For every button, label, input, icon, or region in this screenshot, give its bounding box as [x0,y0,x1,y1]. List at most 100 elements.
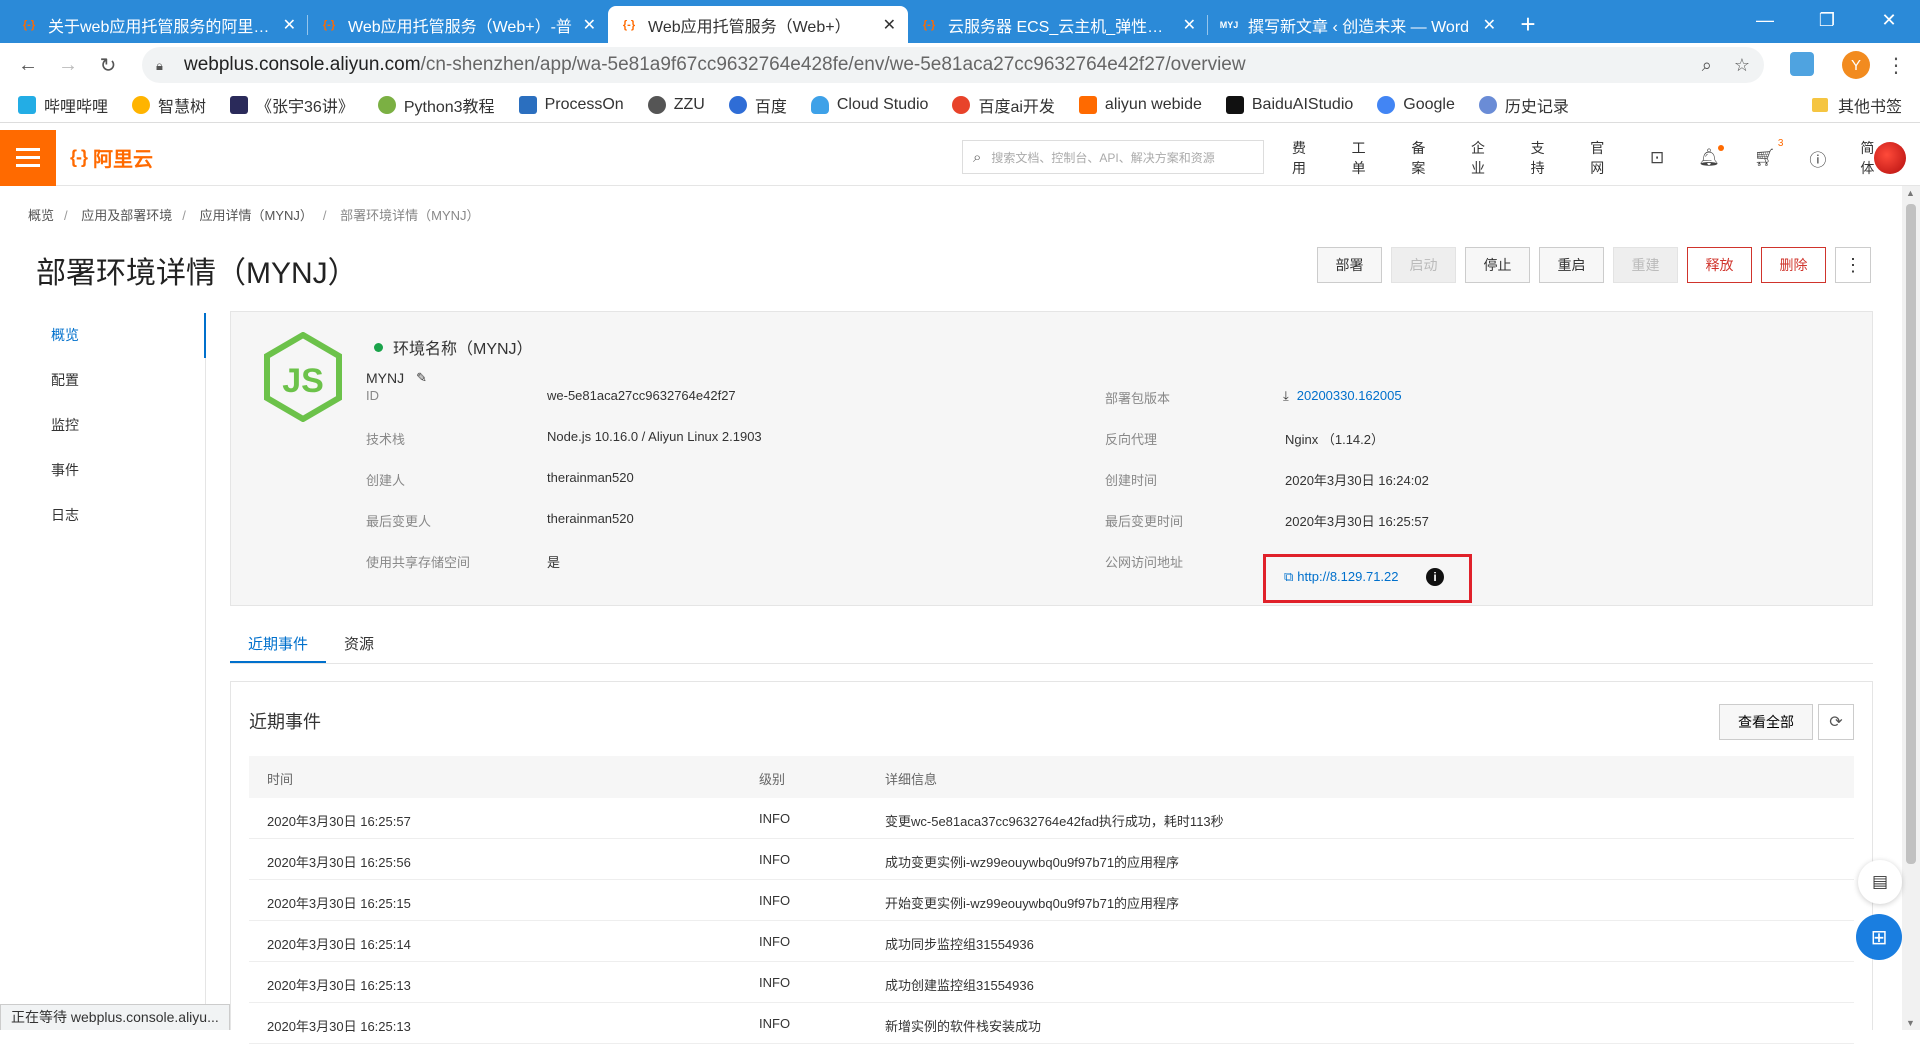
bookmark-item[interactable]: BaiduAIStudio [1225,95,1353,114]
sidenav-item-events[interactable]: 事件 [0,448,205,493]
app-grid-icon[interactable]: ⊞ [1856,914,1902,960]
refresh-icon[interactable]: ⟳ [1818,704,1854,740]
environment-info-card: JS 环境名称（MYNJ） MYNJ ✎ ID we-5e81aca27cc963… [230,311,1873,606]
info-icon[interactable]: i [1426,568,1444,586]
browser-tab[interactable]: MYJ 撰写新文章 ‹ 创造未来 — Word ✕ [1208,6,1508,43]
sidenav-item-config[interactable]: 配置 [0,358,205,403]
events-title: 近期事件 [249,712,321,732]
start-button[interactable]: 启动 [1391,247,1456,283]
close-tab-icon[interactable]: ✕ [283,15,296,35]
tab-resources[interactable]: 资源 [326,626,392,663]
scroll-up-icon[interactable]: ▲ [1906,188,1915,198]
extension-icon[interactable] [1790,52,1814,76]
side-nav: 概览 配置 监控 事件 日志 [0,313,206,1030]
close-tab-icon[interactable]: ✕ [1183,15,1196,35]
minimize-icon[interactable]: — [1734,0,1796,40]
shared-storage-value: 是 [547,555,561,570]
menu-hamburger-icon[interactable] [0,129,56,186]
back-icon[interactable]: ← [8,54,48,77]
lock-icon: 🔒︎ [156,58,163,73]
bookmark-star-icon[interactable]: ☆ [1734,55,1750,76]
rebuild-button[interactable]: 重建 [1613,247,1678,283]
bookmark-item[interactable]: 百度 [728,93,787,117]
nav-link-official[interactable]: 官网 [1590,138,1616,178]
close-tab-icon[interactable]: ✕ [583,15,596,35]
console-search-input[interactable]: ⌕ 搜索文档、控制台、API、解决方案和资源 [962,140,1264,174]
aliyun-favicon-icon: {-} [322,18,336,31]
bookmark-item[interactable]: 智慧树 [132,93,206,117]
nav-link-support[interactable]: 支持 [1531,138,1557,178]
public-url-link[interactable]: ⧉ http://8.129.71.22 [1284,569,1399,585]
bookmark-item[interactable]: 哔哩哔哩 [18,93,108,117]
scrollbar-thumb[interactable] [1906,204,1916,864]
table-row: 2020年3月30日 16:25:15 INFO 开始变更实例i-wz99eouyw… [249,880,1854,921]
restart-button[interactable]: 重启 [1539,247,1604,283]
sidenav-item-overview[interactable]: 概览 [0,313,206,358]
edit-pencil-icon[interactable]: ✎ [416,370,427,386]
bookmark-item[interactable]: ZZU [647,95,705,114]
search-icon: ⌕ [973,148,982,166]
bookmark-item[interactable]: Python3教程 [377,93,495,117]
delete-button[interactable]: 删除 [1761,247,1826,283]
browser-tab[interactable]: {-} 云服务器 ECS_云主机_弹性计算 ✕ [908,6,1208,43]
external-link-icon: ⧉ [1284,569,1294,584]
stop-button[interactable]: 停止 [1465,247,1530,283]
scroll-down-icon[interactable]: ▼ [1906,1018,1915,1028]
bookmark-item[interactable]: 《张宇36讲》 [230,93,354,117]
bookmark-item[interactable]: Google [1377,95,1455,114]
feedback-chat-icon[interactable]: ▤ [1858,860,1902,904]
user-avatar[interactable] [1874,142,1906,174]
download-icon: ⤓ [1283,388,1289,403]
browser-tab[interactable]: {-} 关于web应用托管服务的阿里云F ✕ [8,6,308,43]
reload-icon[interactable]: ↻ [88,53,128,78]
browser-tab-active[interactable]: {-} Web应用托管服务（Web+） ✕ [608,6,908,43]
package-version-link[interactable]: ⤓ 20200330.162005 [1283,388,1402,404]
public-url-highlight: ⧉ http://8.129.71.22 i [1263,554,1472,603]
bookmark-item[interactable]: Cloud Studio [810,95,928,114]
maximize-icon[interactable]: ❐ [1796,0,1858,40]
aliyun-favicon-icon: {-} [22,18,36,31]
nav-link-enterprise[interactable]: 企业 [1471,138,1497,178]
content-tabs: 近期事件 资源 [230,626,1873,664]
breadcrumb-item[interactable]: 应用及部署环境 [81,208,172,223]
new-tab-button[interactable]: + [1508,6,1548,43]
browser-menu-icon[interactable]: ⋮ [1886,53,1906,78]
tab-recent-events[interactable]: 近期事件 [230,626,327,663]
zoom-icon[interactable]: ⌕ [1702,55,1712,76]
view-all-button[interactable]: 查看全部 [1719,704,1813,740]
bookmark-item[interactable]: 历史记录 [1478,93,1569,117]
nodejs-logo-icon: JS [263,331,343,427]
close-tab-icon[interactable]: ✕ [1483,15,1496,35]
sidenav-item-logs[interactable]: 日志 [0,493,205,538]
profile-avatar[interactable]: Y [1842,51,1870,79]
sidenav-item-monitor[interactable]: 监控 [0,403,205,448]
url-input[interactable]: 🔒︎ webplus.console.aliyun.com/cn-shenzhe… [142,47,1764,83]
breadcrumb-item[interactable]: 应用详情（MYNJ） [200,208,313,223]
terminal-icon[interactable]: ⊡ [1650,148,1664,168]
close-window-icon[interactable]: ✕ [1858,0,1920,40]
browser-tab-bar: {-} 关于web应用托管服务的阿里云F ✕ {-} Web应用托管服务（Web+）-… [0,0,1920,43]
close-tab-icon[interactable]: ✕ [883,15,896,35]
bell-icon[interactable]: 🔔︎ [1698,145,1724,168]
bookmark-item[interactable]: ProcessOn [518,95,624,114]
browser-tab[interactable]: {-} Web应用托管服务（Web+）-普 ✕ [308,6,608,43]
forward-icon[interactable]: → [48,54,88,77]
breadcrumb-item[interactable]: 概览 [28,208,54,223]
more-actions-icon[interactable]: ⋮ [1835,247,1871,283]
creator-value: therainman520 [547,470,634,485]
nav-link-billing[interactable]: 费用 [1292,138,1318,178]
page-scrollbar[interactable]: ▲ ▼ [1902,186,1920,1030]
aliyun-logo[interactable]: {-} 阿里云 [70,143,153,172]
nav-link-ticket[interactable]: 工单 [1352,138,1378,178]
cart-icon[interactable]: 🛒︎ 3 [1754,138,1784,168]
release-button[interactable]: 释放 [1687,247,1752,283]
other-bookmarks[interactable]: 其他书签 [1811,93,1902,117]
bookmark-item[interactable]: aliyun webide [1078,95,1202,114]
bookmark-item[interactable]: 百度ai开发 [952,93,1055,117]
status-dot-icon [374,342,383,352]
table-row: 2020年3月30日 16:25:56 INFO 成功变更实例i-wz99eouyw… [249,839,1854,880]
help-icon[interactable]: ⓘ [1809,146,1826,171]
nav-link-icp[interactable]: 备案 [1411,138,1437,178]
deploy-button[interactable]: 部署 [1317,247,1382,283]
table-row: 2020年3月30日 16:25:13 INFO 成功创建监控组31554936 [249,962,1854,1003]
